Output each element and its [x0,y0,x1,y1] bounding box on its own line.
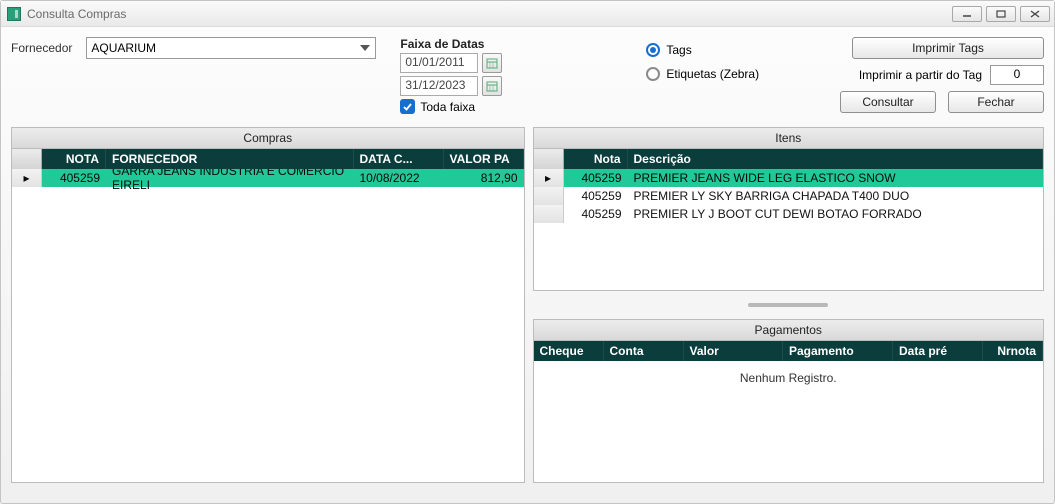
consultar-label: Consultar [862,95,913,109]
imprimir-tags-button[interactable]: Imprimir Tags [852,37,1044,59]
minimize-button[interactable] [952,6,982,22]
col-nrnota[interactable]: Nrnota [983,341,1043,361]
col-valor[interactable]: VALOR PA [444,149,524,169]
cell-itens-nota: 405259 [564,187,628,205]
tag-number-input[interactable]: 0 [990,65,1044,85]
col-nota[interactable]: NOTA [42,149,106,169]
radio-tags-label: Tags [666,43,691,57]
radio-etiquetas[interactable]: Etiquetas (Zebra) [646,67,759,81]
calendar-from-button[interactable] [482,53,502,73]
calendar-icon [486,80,498,92]
app-icon [7,7,21,21]
col-cheque[interactable]: Cheque [534,341,604,361]
close-button[interactable] [1020,6,1050,22]
col-data[interactable]: DATA C... [354,149,444,169]
list-item[interactable]: 405259PREMIER LY SKY BARRIGA CHAPADA T40… [534,187,1044,205]
maximize-button[interactable] [986,6,1016,22]
splitter-handle[interactable] [748,303,828,307]
col-itens-descricao[interactable]: Descrição [628,149,1044,169]
faixa-datas-label: Faixa de Datas [400,37,502,51]
cell-itens-descricao: PREMIER LY J BOOT CUT DEWI BOTAO FORRADO [628,205,1044,223]
calendar-icon [486,57,498,69]
calendar-to-button[interactable] [482,76,502,96]
row-indicator-icon [534,187,564,205]
col-fornecedor[interactable]: FORNECEDOR [106,149,354,169]
col-conta[interactable]: Conta [604,341,684,361]
pagamentos-panel: Pagamentos Cheque Conta Valor Pagamento … [533,319,1045,483]
fechar-label: Fechar [977,95,1014,109]
itens-panel: Itens Nota Descrição ▸405259PREMIER JEAN… [533,127,1045,291]
cell-data: 10/08/2022 [354,169,444,187]
itens-title: Itens [534,128,1044,149]
compras-title: Compras [12,128,524,149]
pagamentos-empty: Nenhum Registro. [534,361,1044,395]
cell-itens-descricao: PREMIER LY SKY BARRIGA CHAPADA T400 DUO [628,187,1044,205]
col-pagamento[interactable]: Pagamento [783,341,893,361]
row-indicator-icon: ▸ [534,169,564,187]
radio-unchecked-icon [646,67,660,81]
cell-fornecedor: GARRA JEANS INDUSTRIA E COMERCIO EIRELI [106,169,354,187]
list-item[interactable]: ▸405259PREMIER JEANS WIDE LEG ELASTICO S… [534,169,1044,187]
cell-itens-descricao: PREMIER JEANS WIDE LEG ELASTICO SNOW [628,169,1044,187]
maximize-icon [995,9,1007,19]
fornecedor-combo[interactable]: AQUARIUM [86,37,376,59]
row-indicator-icon: ▸ [12,169,42,187]
row-indicator-icon [534,205,564,223]
table-row[interactable]: ▸405259GARRA JEANS INDUSTRIA E COMERCIO … [12,169,524,187]
fornecedor-label: Fornecedor [11,41,72,55]
compras-panel: Compras NOTA FORNECEDOR DATA C... VALOR … [11,127,525,483]
window: Consulta Compras Fornecedor AQUARIUM [0,0,1055,504]
imprimir-tags-label: Imprimir Tags [912,41,984,55]
date-to-input[interactable]: 31/12/2023 [400,76,478,96]
fechar-button[interactable]: Fechar [948,91,1044,113]
col-itens-nota[interactable]: Nota [564,149,628,169]
pagamentos-header: Cheque Conta Valor Pagamento Data pré Nr… [534,341,1044,361]
window-title: Consulta Compras [27,7,952,21]
radio-checked-icon [646,43,660,57]
cell-itens-nota: 405259 [564,169,628,187]
checkbox-checked-icon [400,99,415,114]
list-item[interactable]: 405259PREMIER LY J BOOT CUT DEWI BOTAO F… [534,205,1044,223]
radio-tags[interactable]: Tags [646,43,759,57]
itens-header: Nota Descrição [534,149,1044,169]
toda-faixa-label: Toda faixa [420,100,475,114]
col-valor-pag[interactable]: Valor [684,341,784,361]
cell-nota: 405259 [42,169,106,187]
titlebar: Consulta Compras [1,1,1054,27]
cell-valor: 812,90 [444,169,524,187]
fornecedor-value: AQUARIUM [91,41,156,55]
col-data-pre[interactable]: Data pré [893,341,983,361]
chevron-down-icon [357,40,373,56]
consultar-button[interactable]: Consultar [840,91,936,113]
compras-header: NOTA FORNECEDOR DATA C... VALOR PA [12,149,524,169]
pagamentos-title: Pagamentos [534,320,1044,341]
minimize-icon [961,9,973,19]
close-icon [1029,9,1041,19]
imprimir-a-partir-label: Imprimir a partir do Tag [859,68,982,82]
cell-itens-nota: 405259 [564,205,628,223]
toda-faixa-checkbox[interactable]: Toda faixa [400,99,502,114]
date-from-input[interactable]: 01/01/2011 [400,53,478,73]
radio-etiquetas-label: Etiquetas (Zebra) [666,67,759,81]
